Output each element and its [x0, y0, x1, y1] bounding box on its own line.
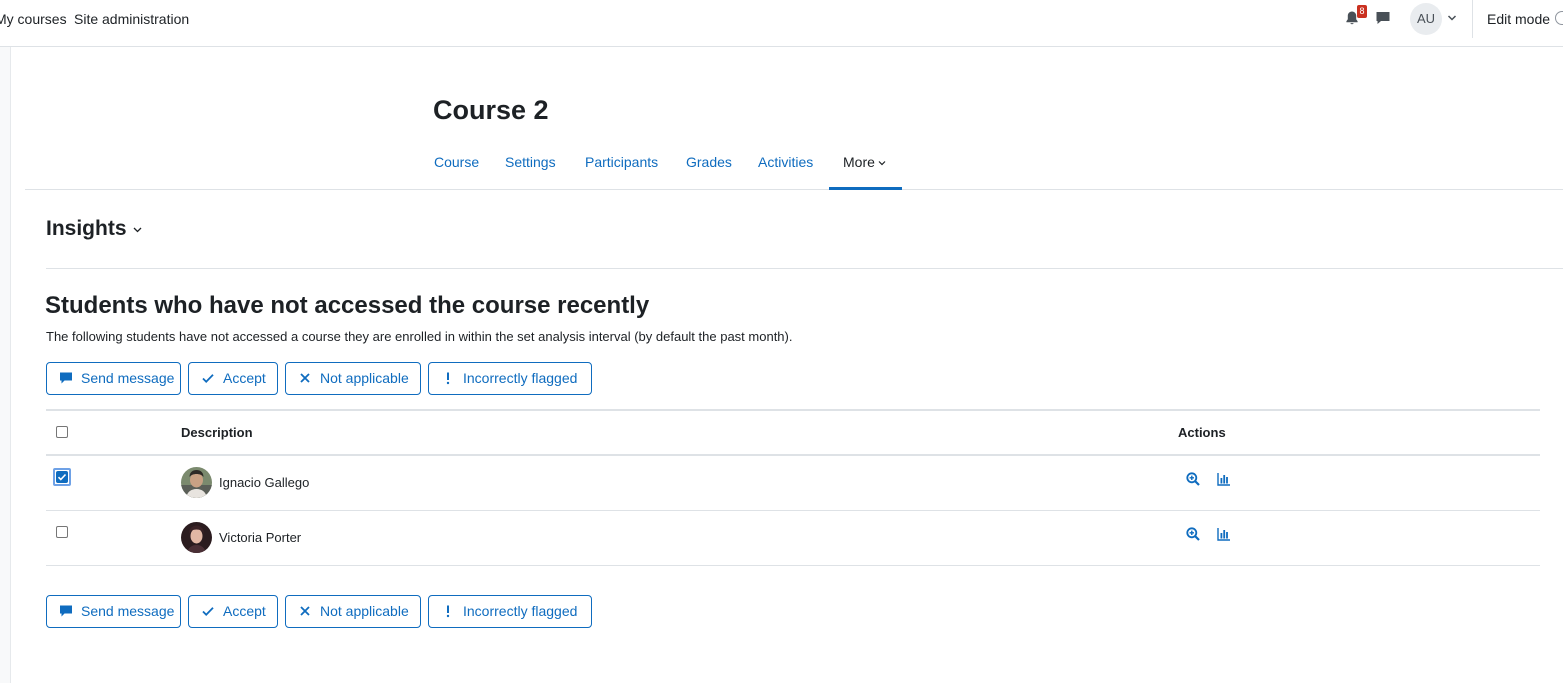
- nav-site-administration[interactable]: Site administration: [74, 11, 189, 27]
- edit-mode-toggle[interactable]: [1555, 11, 1563, 25]
- insight-description: The following students have not accessed…: [46, 329, 793, 344]
- table-row: Ignacio Gallego: [46, 456, 1540, 511]
- not-applicable-label: Not applicable: [320, 370, 409, 386]
- incorrectly-flagged-button[interactable]: Incorrectly flagged: [428, 595, 592, 628]
- send-message-label: Send message: [81, 370, 175, 386]
- exclamation-icon: [446, 605, 450, 618]
- incorrectly-flagged-label: Incorrectly flagged: [463, 370, 578, 386]
- top-navbar: My courses Site administration 8 AU Edit…: [0, 0, 1563, 47]
- not-applicable-button[interactable]: Not applicable: [285, 595, 421, 628]
- accept-label: Accept: [223, 603, 266, 619]
- accept-button[interactable]: Accept: [188, 595, 278, 628]
- user-avatar[interactable]: AU: [1410, 3, 1442, 35]
- row-checkbox[interactable]: [56, 526, 68, 538]
- bar-chart-icon[interactable]: [1217, 472, 1231, 486]
- not-applicable-label: Not applicable: [320, 603, 409, 619]
- exclamation-icon: [446, 372, 450, 385]
- column-header-description: Description: [181, 425, 253, 440]
- active-tab-indicator: [829, 187, 902, 190]
- send-message-button[interactable]: Send message: [46, 595, 181, 628]
- comment-icon: [60, 372, 72, 384]
- accept-button[interactable]: Accept: [188, 362, 278, 395]
- left-drawer-edge: [0, 47, 11, 683]
- check-icon: [202, 607, 214, 617]
- avatar: [181, 467, 212, 498]
- chevron-down-icon: [878, 161, 886, 166]
- column-header-actions: Actions: [1178, 425, 1226, 440]
- tab-activities[interactable]: Activities: [758, 154, 813, 170]
- close-icon: [300, 373, 310, 383]
- avatar: [181, 522, 212, 553]
- tab-settings[interactable]: Settings: [505, 154, 556, 170]
- tab-more-label: More: [843, 154, 875, 170]
- nav-my-courses[interactable]: My courses: [0, 11, 67, 27]
- check-icon: [57, 473, 67, 481]
- tab-course[interactable]: Course: [434, 154, 479, 170]
- select-all-checkbox[interactable]: [56, 426, 68, 438]
- close-icon: [300, 606, 310, 616]
- chevron-down-icon[interactable]: [1447, 13, 1457, 23]
- row-checkbox[interactable]: [53, 468, 71, 486]
- not-applicable-button[interactable]: Not applicable: [285, 362, 421, 395]
- send-message-label: Send message: [81, 603, 175, 619]
- accept-label: Accept: [223, 370, 266, 386]
- person-name[interactable]: Ignacio Gallego: [219, 475, 309, 491]
- navbar-divider: [1472, 0, 1473, 38]
- bar-chart-icon[interactable]: [1217, 527, 1231, 541]
- person-name[interactable]: Victoria Porter: [219, 530, 301, 546]
- tab-more[interactable]: More: [843, 154, 886, 170]
- incorrectly-flagged-label: Incorrectly flagged: [463, 603, 578, 619]
- insights-label: Insights: [46, 217, 127, 240]
- comment-icon[interactable]: [1375, 10, 1391, 26]
- search-plus-icon[interactable]: [1186, 472, 1200, 486]
- chevron-down-icon: [133, 227, 141, 233]
- send-message-button[interactable]: Send message: [46, 362, 181, 395]
- notification-count-badge: 8: [1357, 5, 1367, 18]
- search-plus-icon[interactable]: [1186, 527, 1200, 541]
- check-icon: [202, 374, 214, 384]
- edit-mode-label: Edit mode: [1487, 11, 1551, 27]
- divider: [46, 268, 1563, 269]
- incorrectly-flagged-button[interactable]: Incorrectly flagged: [428, 362, 592, 395]
- secondary-navigation: Course Settings Participants Grades Acti…: [25, 144, 1563, 190]
- page-title: Course 2: [433, 95, 549, 125]
- tab-grades[interactable]: Grades: [686, 154, 732, 170]
- insights-dropdown[interactable]: Insights: [46, 217, 142, 241]
- tab-participants[interactable]: Participants: [585, 154, 658, 170]
- table-header: Description Actions: [46, 409, 1540, 456]
- table-row: Victoria Porter: [46, 511, 1540, 566]
- comment-icon: [60, 605, 72, 617]
- insight-heading: Students who have not accessed the cours…: [45, 292, 650, 319]
